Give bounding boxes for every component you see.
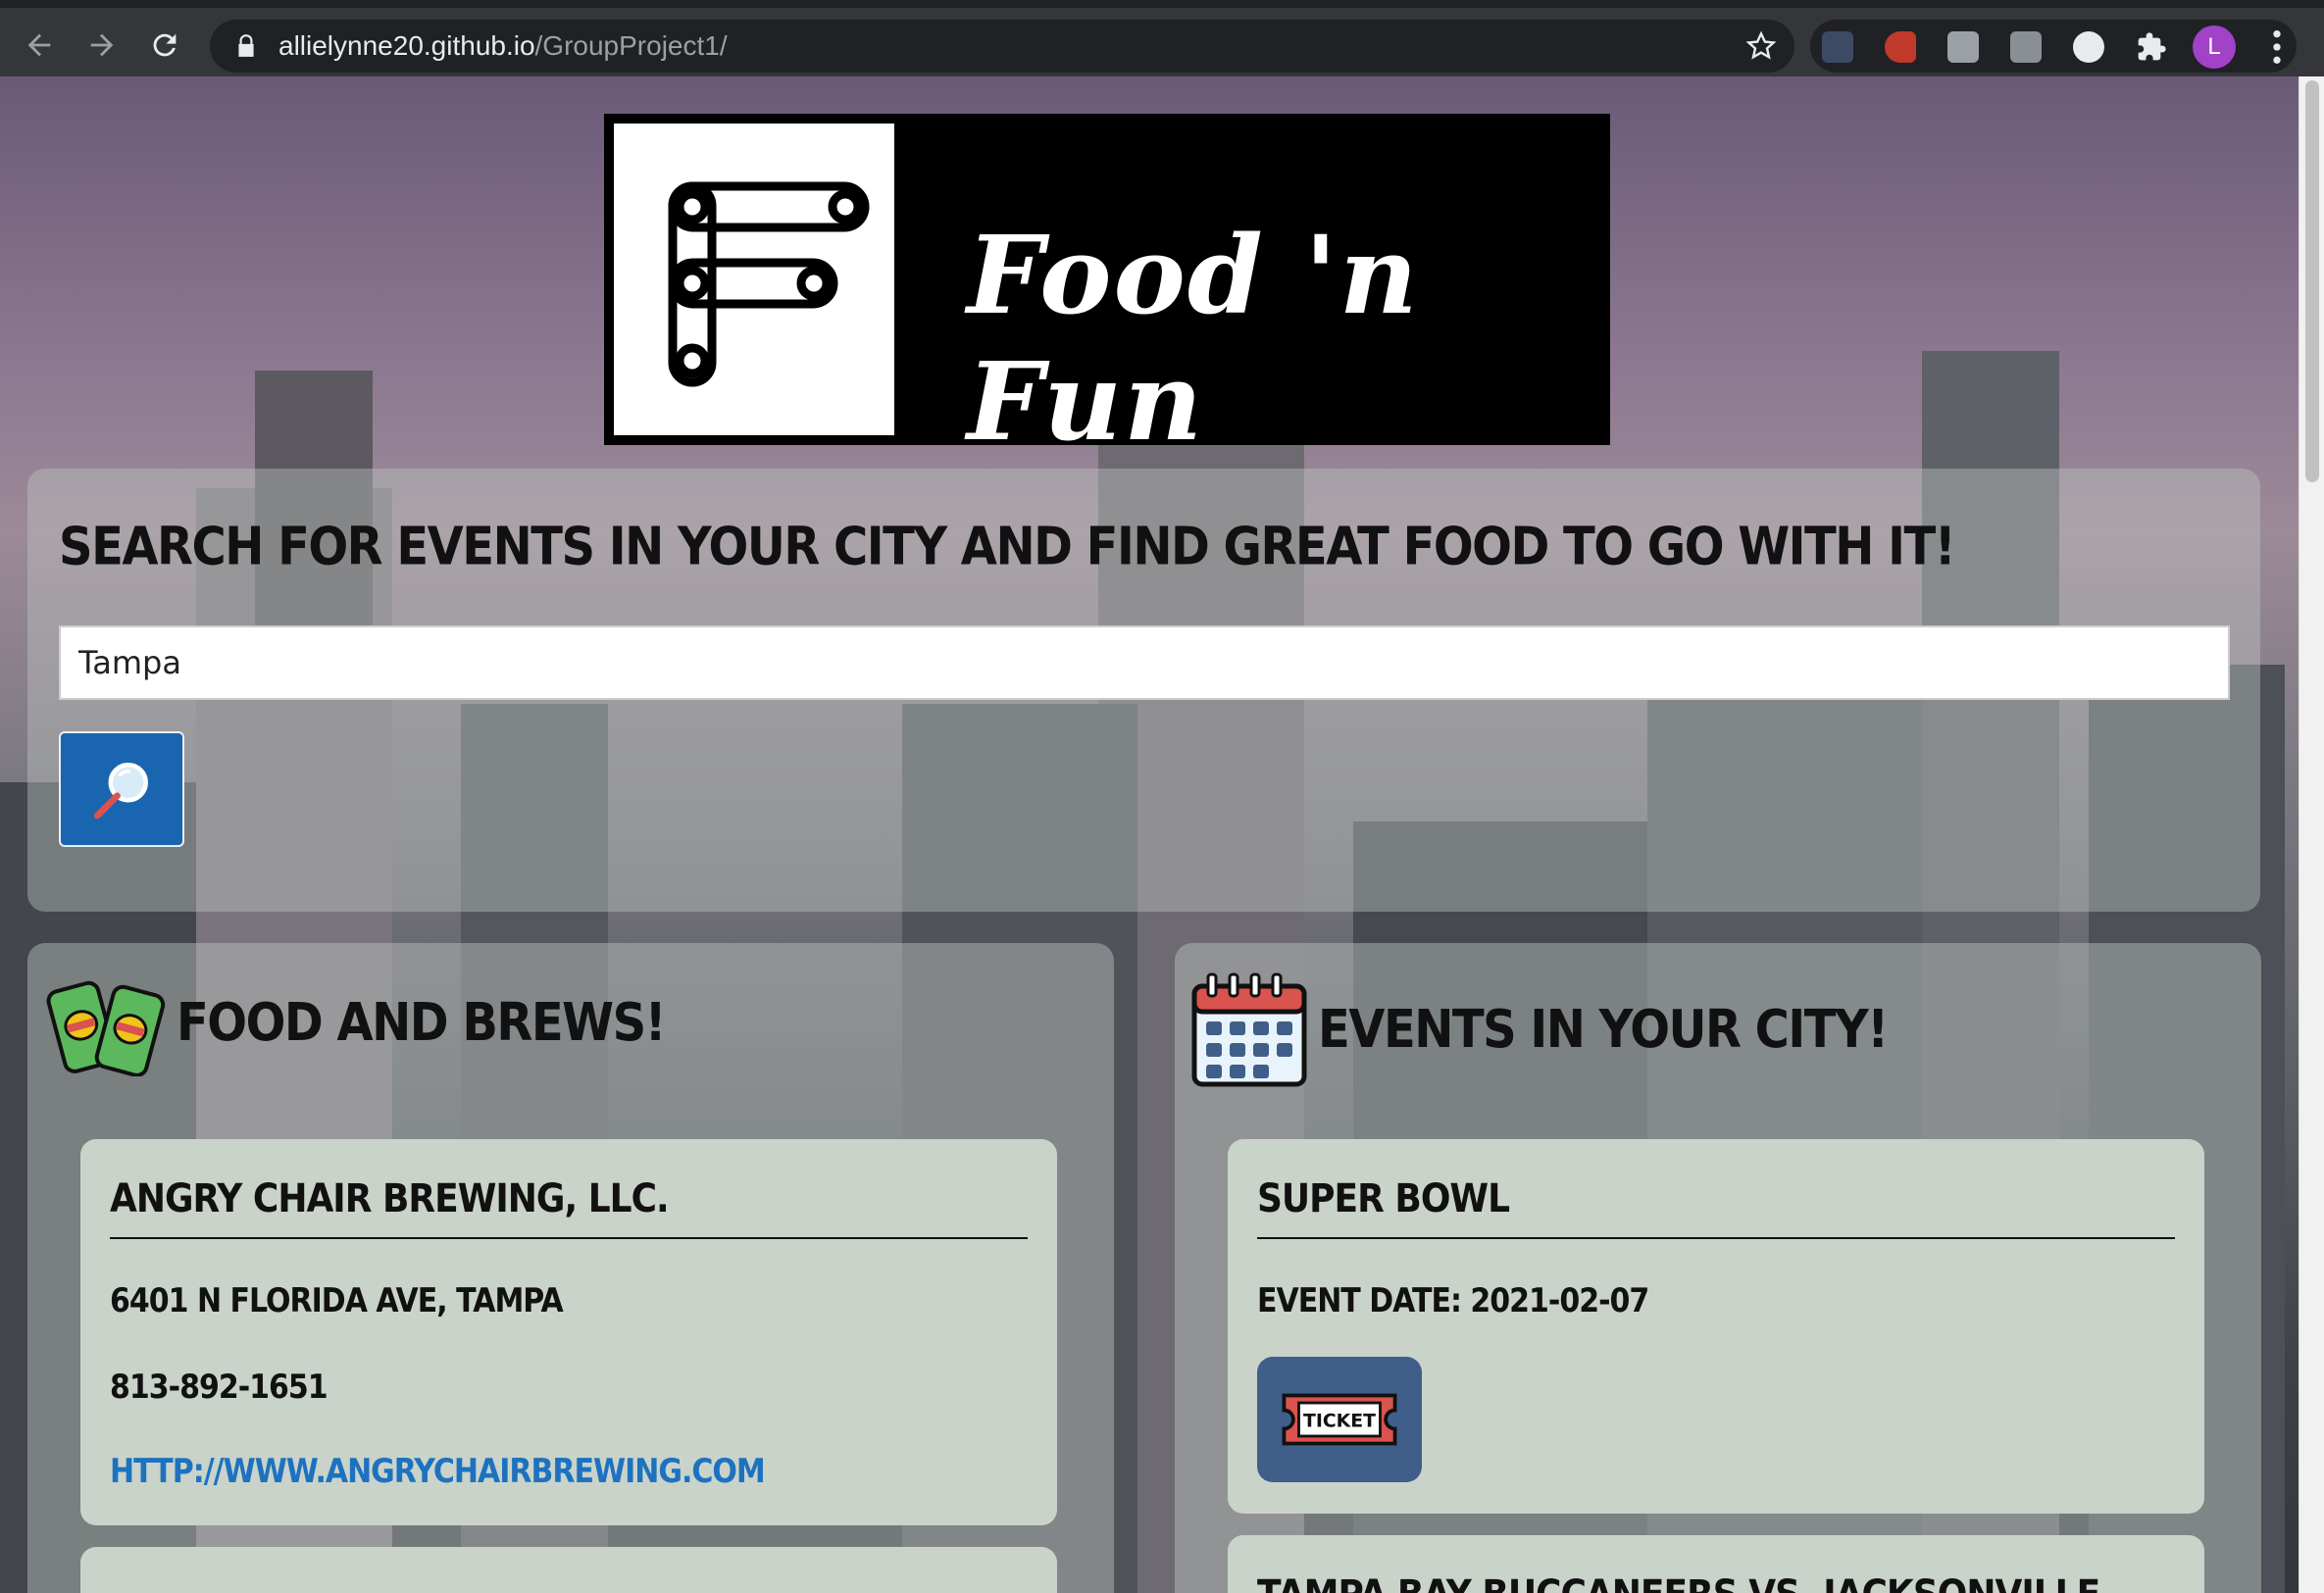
- page-scrollbar[interactable]: [2299, 76, 2324, 1593]
- back-arrow-icon: [27, 33, 51, 57]
- search-card: SEARCH FOR EVENTS IN YOUR CITY AND FIND …: [27, 469, 2260, 912]
- logo: [614, 124, 894, 435]
- event-name: SUPER BOWL: [1257, 1176, 1510, 1221]
- extension-dots-icon[interactable]: [1822, 31, 1853, 63]
- food-panel-header: FOOD AND BREWS!: [41, 969, 667, 1076]
- extension-record-icon[interactable]: [1885, 31, 1916, 63]
- restaurant-address: 6401 N FLORIDA AVE, TAMPA: [110, 1282, 564, 1321]
- ticket-button[interactable]: TICKET: [1257, 1357, 1422, 1482]
- event-name: TAMPA BAY BUCCANEERS VS. JACKSONVILLE JA…: [1257, 1572, 2204, 1593]
- restaurant-card: [80, 1547, 1057, 1593]
- address-bar[interactable]: allielynne20.github.io/GroupProject1/: [210, 20, 1794, 73]
- browser-toolbar: allielynne20.github.io/GroupProject1/ L: [0, 0, 2324, 76]
- events-panel-title: EVENTS IN YOUR CITY!: [1318, 998, 1889, 1061]
- divider: [1257, 1237, 2175, 1239]
- reload-icon: [153, 33, 177, 57]
- profile-avatar[interactable]: L: [2193, 25, 2236, 69]
- extension-r-icon[interactable]: [2010, 31, 2042, 63]
- bookmark-star-icon[interactable]: [1745, 30, 1777, 62]
- city-search-input[interactable]: [59, 625, 2230, 700]
- magnifying-glass-icon: [93, 763, 148, 820]
- events-panel-header: EVENTS IN YOUR CITY!: [1188, 969, 1889, 1090]
- forward-arrow-icon: [90, 33, 114, 57]
- site-banner: Food 'n Fun: [604, 114, 1610, 465]
- extension-circle-icon[interactable]: [2073, 31, 2104, 63]
- food-panel: FOOD AND BREWS! ANGRY CHAIR BREWING, LLC…: [27, 943, 1114, 1593]
- restaurant-website-link[interactable]: HTTP://WWW.ANGRYCHAIRBREWING.COM: [110, 1453, 766, 1491]
- events-panel: EVENTS IN YOUR CITY! SUPER BOWL EVENT DA…: [1175, 943, 2261, 1593]
- event-date: EVENT DATE: 2021-02-07: [1257, 1282, 1649, 1321]
- restaurant-phone: 813-892-1651: [110, 1369, 328, 1408]
- event-card: SUPER BOWL EVENT DATE: 2021-02-07 TICKET: [1228, 1139, 2204, 1514]
- event-card: TAMPA BAY BUCCANEERS VS. JACKSONVILLE JA…: [1228, 1535, 2204, 1593]
- forward-button[interactable]: [71, 14, 133, 76]
- url-text: allielynne20.github.io/GroupProject1/: [278, 30, 728, 61]
- lock-icon: [238, 34, 254, 57]
- page-viewport: Food 'n Fun SEARCH FOR EVENTS IN YOUR CI…: [0, 76, 2299, 1593]
- search-button[interactable]: [59, 731, 184, 847]
- food-panel-title: FOOD AND BREWS!: [177, 991, 667, 1054]
- extensions-puzzle-icon[interactable]: [2136, 31, 2167, 63]
- restaurant-name: ANGRY CHAIR BREWING, LLC.: [110, 1176, 670, 1221]
- ticket-icon: TICKET: [1282, 1393, 1397, 1446]
- divider: [110, 1237, 1028, 1239]
- f-logo-icon: [668, 181, 870, 387]
- beer-cans-icon: [46, 980, 166, 1076]
- back-button[interactable]: [8, 14, 71, 76]
- scrollbar-thumb[interactable]: [2305, 80, 2319, 482]
- ticket-label: TICKET: [1303, 1412, 1376, 1432]
- kebab-menu-icon[interactable]: [2265, 27, 2289, 67]
- extension-camera-icon[interactable]: [1947, 31, 1979, 63]
- calendar-icon: [1191, 972, 1307, 1087]
- site-title: Food 'n Fun: [967, 212, 1420, 465]
- restaurant-card: ANGRY CHAIR BREWING, LLC. 6401 N FLORIDA…: [80, 1139, 1057, 1525]
- reload-button[interactable]: [133, 14, 196, 76]
- search-heading: SEARCH FOR EVENTS IN YOUR CITY AND FIND …: [59, 516, 1956, 577]
